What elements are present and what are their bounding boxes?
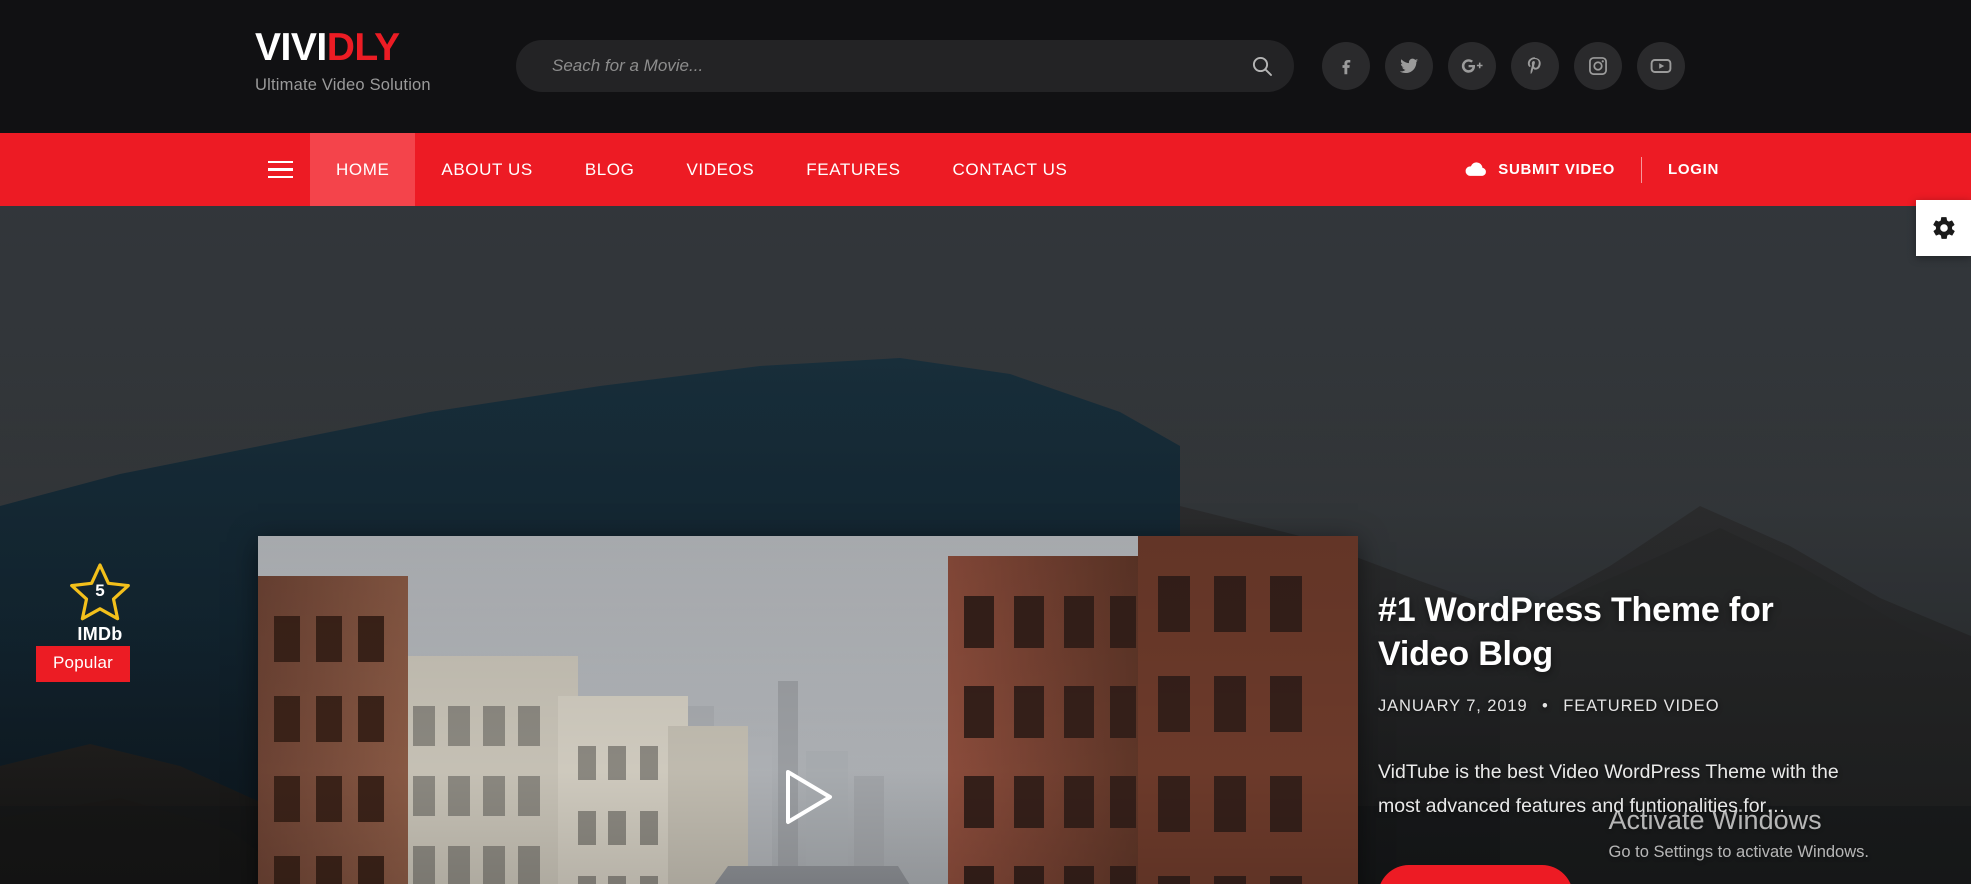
social-twitter[interactable] — [1385, 42, 1433, 90]
hamburger-icon[interactable] — [250, 133, 310, 206]
login-button[interactable]: LOGIN — [1642, 161, 1719, 178]
twitter-icon — [1399, 58, 1419, 74]
logo-text: VIVIDLY — [255, 28, 485, 67]
popular-badge: Popular — [36, 646, 130, 682]
featured-video-card[interactable]: 23k 13 9:45 — [258, 536, 1358, 884]
logo-text-white: VIVI — [255, 26, 327, 69]
hero-meta-separator: • — [1542, 697, 1549, 716]
logo-tagline: Ultimate Video Solution — [255, 76, 431, 94]
social-links — [1322, 42, 1685, 90]
search-button[interactable] — [1230, 40, 1294, 92]
page-root: VIVIDLY Ultimate Video Solution Seach fo… — [0, 0, 1971, 884]
facebook-icon — [1342, 59, 1351, 75]
settings-tab-button[interactable] — [1916, 200, 1971, 256]
hero-section: 23k 13 9:45 5 IMDb Popular — [0, 206, 1971, 884]
search-icon — [1252, 56, 1272, 76]
main-navigation: HOME ABOUT US BLOG VIDEOS FEATURES CONTA… — [0, 133, 1971, 206]
youtube-icon — [1650, 59, 1672, 73]
hero-date: JANUARY 7, 2019 — [1378, 697, 1528, 716]
nav-right-group: SUBMIT VIDEO LOGIN — [1465, 133, 1719, 206]
social-facebook[interactable] — [1322, 42, 1370, 90]
read-more-button[interactable]: READ MORE — [1378, 865, 1574, 884]
google-plus-icon — [1461, 59, 1483, 73]
hero-category: FEATURED VIDEO — [1563, 697, 1720, 716]
hero-meta: JANUARY 7, 2019 • FEATURED VIDEO — [1378, 697, 1848, 716]
submit-video-label: SUBMIT VIDEO — [1498, 161, 1615, 178]
nav-item-features[interactable]: FEATURES — [780, 133, 926, 206]
video-thumbnail-shade — [258, 536, 1358, 884]
hero-title: #1 WordPress Theme for Video Blog — [1378, 591, 1774, 673]
instagram-icon — [1589, 57, 1607, 75]
social-pinterest[interactable] — [1511, 42, 1559, 90]
logo-text-red: DLY — [326, 26, 400, 69]
nav-item-videos[interactable]: VIDEOS — [660, 133, 780, 206]
search-box — [516, 40, 1294, 92]
social-youtube[interactable] — [1637, 42, 1685, 90]
gear-icon — [1932, 217, 1955, 239]
hero-description: VidTube is the best Video WordPress Them… — [1378, 761, 1839, 817]
pinterest-icon — [1527, 57, 1541, 75]
top-bar: VIVIDLY Ultimate Video Solution — [0, 0, 1971, 133]
social-instagram[interactable] — [1574, 42, 1622, 90]
nav-item-blog[interactable]: BLOG — [559, 133, 661, 206]
search-input[interactable] — [516, 40, 1230, 92]
play-button[interactable] — [780, 766, 836, 828]
nav-left-group: HOME ABOUT US BLOG VIDEOS FEATURES CONTA… — [250, 133, 1093, 206]
nav-item-home[interactable]: HOME — [310, 133, 416, 206]
social-google-plus[interactable] — [1448, 42, 1496, 90]
nav-item-contact-us[interactable]: CONTACT US — [927, 133, 1094, 206]
nav-item-about-us[interactable]: ABOUT US — [415, 133, 558, 206]
play-triangle-icon — [786, 770, 832, 824]
hero-content: #1 WordPress Theme for Video Blog JANUAR… — [1378, 589, 1848, 884]
submit-video-button[interactable]: SUBMIT VIDEO — [1465, 161, 1641, 178]
cloud-upload-icon — [1465, 162, 1487, 176]
site-logo[interactable]: VIVIDLY Ultimate Video Solution — [255, 28, 485, 95]
